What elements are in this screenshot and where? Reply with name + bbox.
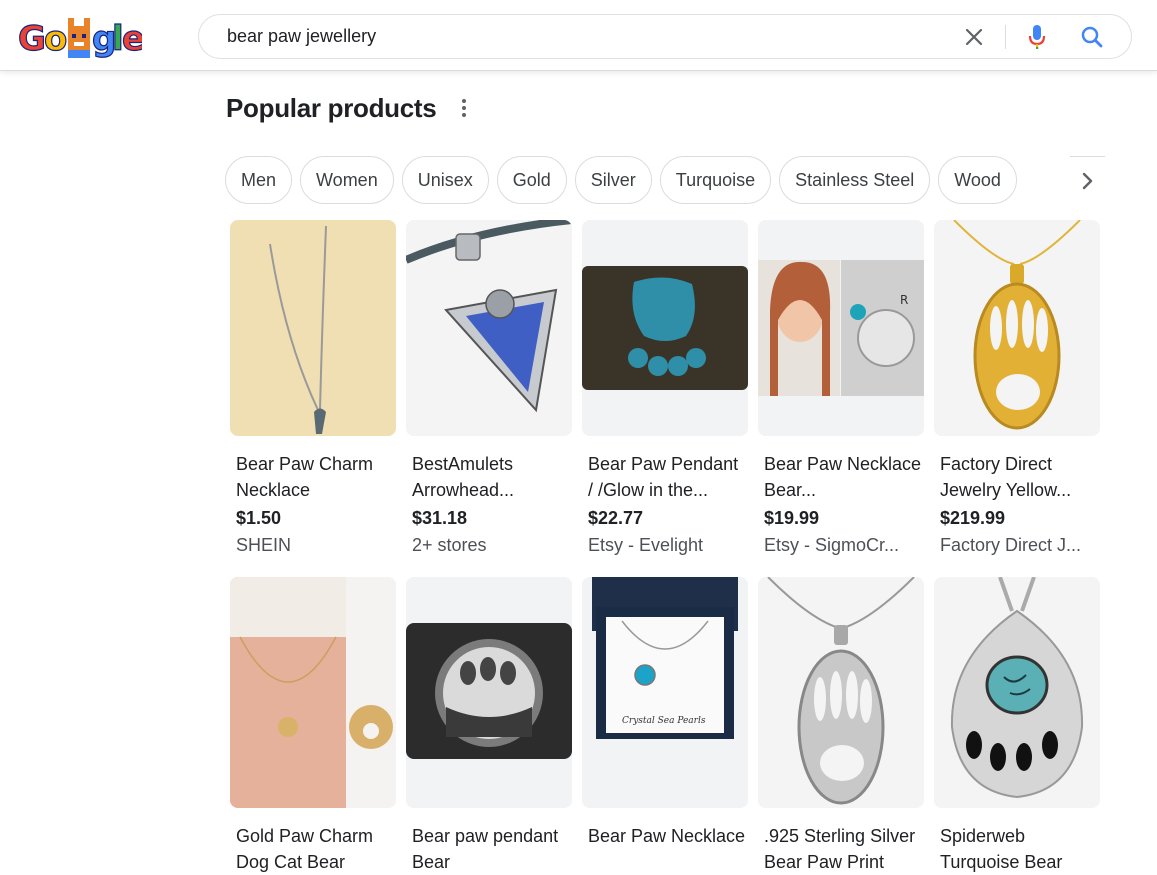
chip-men[interactable]: Men (225, 156, 293, 204)
product-image (406, 220, 572, 436)
product-store: 2+ stores (412, 535, 487, 555)
necklace-image-icon (230, 220, 396, 436)
chip-unisex[interactable]: Unisex (401, 156, 489, 204)
product-card[interactable]: Bear Paw Pendant / /Glow in the... $22.7… (582, 220, 748, 557)
product-card[interactable]: Crystal Sea Pearls Bear Paw Necklace (582, 577, 748, 875)
chip-gold[interactable]: Gold (496, 156, 567, 204)
product-card[interactable]: Gold Paw Charm Dog Cat Bear (230, 577, 396, 875)
chip-turquoise[interactable]: Turquoise (659, 156, 772, 204)
clear-search-button[interactable] (961, 24, 987, 50)
product-store: Etsy - SigmoCr... (764, 535, 900, 555)
product-image (758, 577, 924, 808)
search-icon (1081, 26, 1103, 48)
turquoise-paw-pendant-icon (934, 577, 1100, 808)
product-title: Gold Paw Charm Dog Cat Bear (236, 826, 374, 872)
product-card[interactable]: BestAmulets Arrowhead... $31.18 2+ store… (406, 220, 572, 557)
google-logo-icon: G o g l e (17, 18, 146, 60)
more-vert-icon (462, 106, 466, 110)
more-vert-icon (462, 113, 466, 117)
chevron-right-icon (1082, 172, 1092, 189)
search-input[interactable]: bear paw jewellery (227, 15, 376, 58)
google-search-button[interactable] (1079, 24, 1105, 50)
chips-fade (1040, 156, 1070, 204)
product-image (934, 577, 1100, 808)
product-price: $31.18 (412, 508, 468, 528)
product-title: BestAmulets Arrowhead... (412, 454, 515, 500)
chip-silver[interactable]: Silver (574, 156, 652, 204)
product-card[interactable]: .925 Sterling Silver Bear Paw Print (758, 577, 924, 875)
silver-paw-pendant-icon (758, 577, 924, 808)
product-title: Bear Paw Charm Necklace (236, 454, 374, 500)
product-title: Bear Paw Pendant / /Glow in the... (588, 454, 739, 500)
filter-chips: Men Women Unisex Gold Silver Turquoise S… (225, 156, 1105, 204)
gold-paw-pendant-icon (934, 220, 1100, 436)
product-image (582, 220, 748, 436)
product-title: Factory Direct Jewelry Yellow... (940, 454, 1072, 500)
svg-text:G: G (18, 19, 46, 59)
product-card[interactable]: Bear Paw Charm Necklace $1.50 SHEIN (230, 220, 396, 557)
product-card[interactable]: Factory Direct Jewelry Yellow... $219.99… (934, 220, 1100, 557)
product-price: $1.50 (236, 508, 282, 528)
more-vert-icon (462, 99, 466, 103)
product-card[interactable]: R Bear Paw Necklace Bear... $19.99 Etsy … (758, 220, 924, 557)
product-image (406, 577, 572, 808)
chip-stainless-steel[interactable]: Stainless Steel (779, 156, 931, 204)
search-divider (1005, 25, 1006, 49)
close-icon (965, 28, 983, 46)
glow-paw-pendant-icon (582, 220, 748, 436)
product-image: Crystal Sea Pearls (582, 577, 748, 808)
product-title: Spiderweb Turquoise Bear (940, 826, 1063, 872)
product-title: Bear Paw Necklace Bear... (764, 454, 922, 500)
product-image: R (758, 220, 924, 436)
product-price: $19.99 (764, 508, 820, 528)
product-store: Factory Direct J... (940, 535, 1082, 555)
cabochon-paw-pendant-icon (406, 577, 572, 808)
product-store: SHEIN (236, 535, 292, 555)
search-header: G o g l e bear paw jewellery (0, 0, 1157, 71)
product-card[interactable]: Bear paw pendant Bear (406, 577, 572, 875)
svg-text:o: o (44, 19, 67, 59)
arrowhead-pendant-icon (406, 220, 572, 436)
search-box[interactable]: bear paw jewellery (198, 14, 1132, 59)
svg-text:e: e (122, 19, 142, 59)
section-title: Popular products (226, 93, 437, 123)
product-title: Bear paw pendant Bear (412, 826, 559, 872)
chip-women[interactable]: Women (300, 156, 394, 204)
product-image (934, 220, 1100, 436)
pendant-letter: R (900, 293, 908, 307)
boxed-necklace-icon: Crystal Sea Pearls (582, 577, 748, 808)
product-title: .925 Sterling Silver Bear Paw Print (764, 826, 916, 872)
product-image (230, 220, 396, 436)
box-brand-text: Crystal Sea Pearls (622, 716, 706, 726)
model-and-pendant-photo-icon: R (758, 220, 924, 436)
voice-search-button[interactable] (1025, 24, 1049, 50)
product-title: Bear Paw Necklace (588, 826, 746, 846)
product-price: $219.99 (940, 508, 1006, 528)
product-card[interactable]: Spiderweb Turquoise Bear (934, 577, 1100, 875)
microphone-icon (1028, 25, 1046, 49)
gold-paw-charm-photo-icon (230, 577, 396, 808)
chips-next-button[interactable] (1070, 156, 1105, 204)
product-store: Etsy - Evelight (588, 535, 704, 555)
product-price: $22.77 (588, 508, 644, 528)
google-doodle-logo[interactable]: G o g l e (17, 14, 146, 62)
product-image (230, 577, 396, 808)
more-options-button[interactable] (454, 96, 474, 120)
chip-wood[interactable]: Wood (938, 156, 1017, 204)
